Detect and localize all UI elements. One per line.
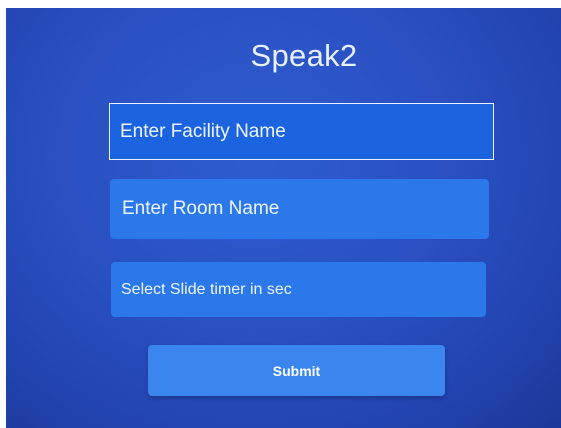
room-name-placeholder: Enter Room Name — [122, 198, 280, 219]
slide-timer-placeholder: Select Slide timer in sec — [121, 280, 292, 298]
slide-timer-input[interactable]: Select Slide timer in sec — [111, 262, 486, 317]
facility-name-input[interactable]: Enter Facility Name — [109, 103, 494, 160]
room-name-input[interactable]: Enter Room Name — [110, 179, 489, 239]
facility-name-placeholder: Enter Facility Name — [120, 120, 286, 142]
submit-button[interactable]: Submit — [148, 345, 445, 396]
app-title: Speak2 — [250, 38, 358, 73]
screen: Speak2 Enter Facility Name Enter Room Na… — [6, 8, 561, 428]
